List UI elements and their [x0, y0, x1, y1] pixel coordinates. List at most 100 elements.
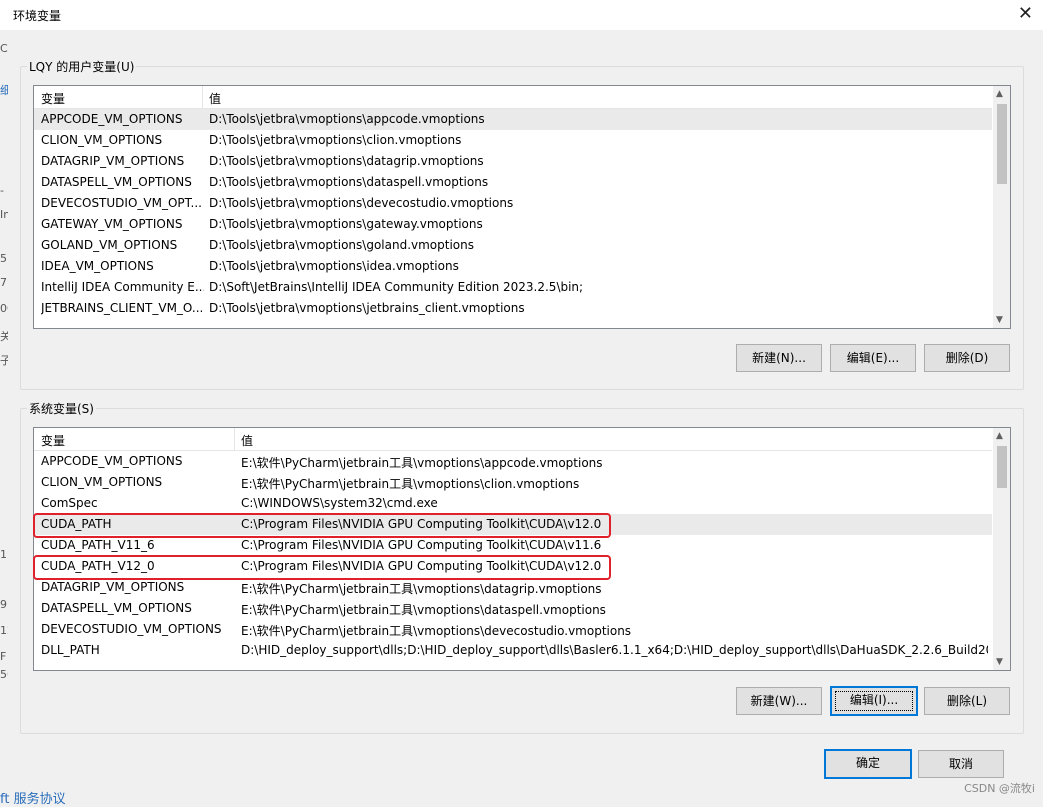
window-title: 环境变量 [13, 9, 62, 23]
table-row[interactable]: JETBRAINS_CLIENT_VM_O... D:\Tools\jetbra\… [34, 298, 992, 319]
vertical-scrollbar[interactable]: ▲ ▼ [993, 428, 1010, 670]
column-header-name[interactable]: 变量 [41, 432, 65, 449]
system-edit-button[interactable]: 编辑(I)... [830, 686, 918, 716]
variable-value: D:\Tools\jetbra\vmoptions\dataspell.vmop… [209, 175, 489, 189]
variable-name: APPCODE_VM_OPTIONS [41, 112, 183, 126]
scroll-down-icon[interactable]: ▼ [996, 315, 1003, 325]
variable-value: D:\Tools\jetbra\vmoptions\clion.vmoption… [209, 133, 462, 147]
variable-name: DATAGRIP_VM_OPTIONS [41, 580, 185, 594]
table-row[interactable]: CUDA_PATH_V12_0 C:\Program Files\NVIDIA G… [34, 556, 992, 577]
variable-name: DATAGRIP_VM_OPTIONS [41, 154, 185, 168]
background-text: - [0, 184, 4, 197]
table-row[interactable]: APPCODE_VM_OPTIONS D:\Tools\jetbra\vmopti… [34, 109, 992, 130]
user-variables-rows: APPCODE_VM_OPTIONS D:\Tools\jetbra\vmopti… [34, 109, 992, 319]
variable-value: C:\Program Files\NVIDIA GPU Computing To… [241, 517, 602, 531]
variable-value: C:\Program Files\NVIDIA GPU Computing To… [241, 538, 602, 552]
background-text: C [0, 42, 8, 55]
variable-name: DEVECOSTUDIO_VM_OPTIONS [41, 622, 222, 636]
scroll-up-icon[interactable]: ▲ [996, 89, 1003, 99]
background-text: 关 [0, 330, 8, 343]
background-link: ft 服务协议 [0, 792, 66, 807]
table-row[interactable]: ComSpec C:\WINDOWS\system32\cmd.exe [34, 493, 992, 514]
user-variables-legend: LQY 的用户变量(U) [27, 58, 137, 75]
table-row[interactable]: IDEA_VM_OPTIONS D:\Tools\jetbra\vmoptions… [34, 256, 992, 277]
variable-name: GOLAND_VM_OPTIONS [41, 238, 178, 252]
system-delete-button[interactable]: 删除(L) [924, 687, 1010, 715]
variable-value: D:\Tools\jetbra\vmoptions\devecostudio.v… [209, 196, 514, 210]
scrollbar-thumb[interactable] [997, 446, 1007, 488]
variable-value: D:\Tools\jetbra\vmoptions\idea.vmoptions [209, 259, 459, 273]
variable-name: CUDA_PATH_V12_0 [41, 559, 155, 573]
variable-name: DEVECOSTUDIO_VM_OPT... [41, 196, 202, 210]
table-row[interactable]: IntelliJ IDEA Community E... D:\Soft\JetB… [34, 277, 992, 298]
table-row[interactable]: APPCODE_VM_OPTIONS E:\软件\PyCharm\jetbrain… [34, 451, 992, 472]
column-header-value[interactable]: 值 [241, 432, 253, 449]
background-text: 9 [0, 598, 7, 611]
variable-name: ComSpec [41, 496, 98, 510]
variable-value: D:\Tools\jetbra\vmoptions\datagrip.vmopt… [209, 154, 484, 168]
variable-name: GATEWAY_VM_OPTIONS [41, 217, 183, 231]
background-text: 00 [0, 302, 8, 315]
variable-name: CLION_VM_OPTIONS [41, 133, 163, 147]
table-row[interactable]: CLION_VM_OPTIONS D:\Tools\jetbra\vmoption… [34, 130, 992, 151]
variable-name: DATASPELL_VM_OPTIONS [41, 175, 192, 189]
table-row[interactable]: CUDA_PATH_V11_6 C:\Program Files\NVIDIA G… [34, 535, 992, 556]
background-text: 12 [0, 624, 8, 637]
column-divider[interactable] [234, 428, 235, 450]
variable-value: D:\Soft\JetBrains\IntelliJ IDEA Communit… [209, 280, 584, 294]
table-row[interactable]: DEVECOSTUDIO_VM_OPTIONS E:\软件\PyCharm\jet… [34, 619, 992, 640]
variable-value: E:\软件\PyCharm\jetbrain工具\vmoptions\appco… [241, 456, 603, 470]
table-row[interactable]: DATASPELL_VM_OPTIONS D:\Tools\jetbra\vmop… [34, 172, 992, 193]
variable-value: D:\HID_deploy_support\dlls;D:\HID_deploy… [241, 643, 988, 657]
variable-value: C:\Program Files\NVIDIA GPU Computing To… [241, 559, 602, 573]
system-variables-list[interactable]: 变量 值 APPCODE_VM_OPTIONS E:\软件\PyCharm\jet… [33, 427, 1011, 671]
background-text: 细 [0, 84, 8, 97]
variable-name: CUDA_PATH [41, 517, 112, 531]
background-text: 56 [0, 668, 8, 681]
column-header-name[interactable]: 变量 [41, 90, 65, 107]
background-text: F [0, 650, 7, 663]
variable-name: CLION_VM_OPTIONS [41, 475, 163, 489]
list-header: 变量 值 [34, 428, 992, 451]
variable-value: D:\Tools\jetbra\vmoptions\appcode.vmopti… [209, 112, 485, 126]
title-bar: 环境变量 ✕ [0, 0, 1043, 30]
system-new-button[interactable]: 新建(W)... [736, 687, 822, 715]
watermark: CSDN @流牧i [964, 782, 1035, 795]
background-text: In [0, 208, 8, 221]
table-row[interactable]: DATAGRIP_VM_OPTIONS E:\软件\PyCharm\jetbrai… [34, 577, 992, 598]
background-text: 1 [0, 548, 7, 561]
ok-button[interactable]: 确定 [824, 749, 912, 779]
list-header: 变量 值 [34, 86, 992, 109]
table-row[interactable]: CUDA_PATH C:\Program Files\NVIDIA GPU Com… [34, 514, 992, 535]
cancel-button[interactable]: 取消 [918, 750, 1004, 778]
table-row[interactable]: DEVECOSTUDIO_VM_OPT... D:\Tools\jetbra\vm… [34, 193, 992, 214]
user-new-button[interactable]: 新建(N)... [736, 344, 822, 372]
variable-value: E:\软件\PyCharm\jetbrain工具\vmoptions\datag… [241, 582, 602, 596]
variable-name: CUDA_PATH_V11_6 [41, 538, 155, 552]
variable-value: C:\WINDOWS\system32\cmd.exe [241, 496, 438, 510]
table-row[interactable]: GATEWAY_VM_OPTIONS D:\Tools\jetbra\vmopti… [34, 214, 992, 235]
scrollbar-thumb[interactable] [997, 104, 1007, 184]
scroll-down-icon[interactable]: ▼ [996, 657, 1003, 667]
variable-value: D:\Tools\jetbra\vmoptions\jetbrains_clie… [209, 301, 525, 315]
vertical-scrollbar[interactable]: ▲ ▼ [993, 86, 1010, 328]
table-row[interactable]: GOLAND_VM_OPTIONS D:\Tools\jetbra\vmoptio… [34, 235, 992, 256]
close-icon[interactable]: ✕ [1018, 3, 1033, 24]
table-row[interactable]: DATAGRIP_VM_OPTIONS D:\Tools\jetbra\vmopt… [34, 151, 992, 172]
variable-name: DLL_PATH [41, 643, 100, 657]
variable-name: IDEA_VM_OPTIONS [41, 259, 154, 273]
column-divider[interactable] [202, 86, 203, 108]
background-text: 7 [0, 276, 7, 289]
variable-value: D:\Tools\jetbra\vmoptions\gateway.vmopti… [209, 217, 483, 231]
variable-value: E:\软件\PyCharm\jetbrain工具\vmoptions\clion… [241, 477, 580, 491]
scroll-up-icon[interactable]: ▲ [996, 431, 1003, 441]
table-row[interactable]: DLL_PATH D:\HID_deploy_support\dlls;D:\HI… [34, 640, 992, 661]
table-row[interactable]: DATASPELL_VM_OPTIONS E:\软件\PyCharm\jetbra… [34, 598, 992, 619]
column-header-value[interactable]: 值 [209, 90, 221, 107]
variable-value: D:\Tools\jetbra\vmoptions\goland.vmoptio… [209, 238, 475, 252]
variable-value: E:\软件\PyCharm\jetbrain工具\vmoptions\datas… [241, 603, 606, 617]
user-delete-button[interactable]: 删除(D) [924, 344, 1010, 372]
table-row[interactable]: CLION_VM_OPTIONS E:\软件\PyCharm\jetbrain工具… [34, 472, 992, 493]
user-variables-list[interactable]: 变量 值 APPCODE_VM_OPTIONS D:\Tools\jetbra\v… [33, 85, 1011, 329]
user-edit-button[interactable]: 编辑(E)... [830, 344, 916, 372]
